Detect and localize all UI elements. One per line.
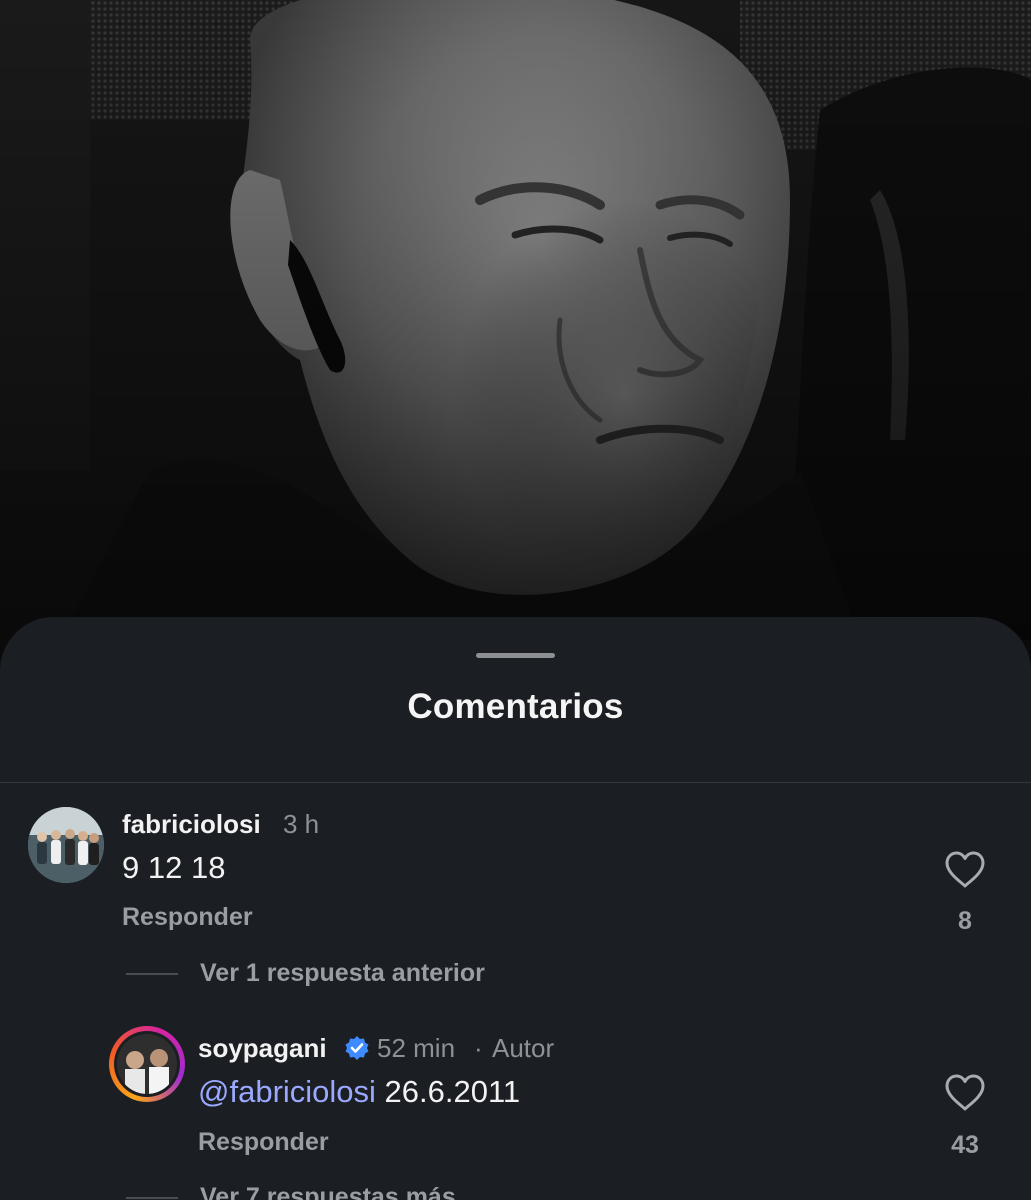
sheet-title: Comentarios (407, 687, 624, 726)
meta-separator: · (474, 1033, 483, 1063)
like-button[interactable] (944, 850, 986, 890)
reply-text-body: 26.6.2011 (384, 1074, 521, 1109)
like-count: 43 (951, 1131, 979, 1159)
avatar[interactable] (109, 1026, 185, 1102)
reel-viewer: Comentarios fabriciolosi 3 h 9 12 18 Res (0, 0, 1031, 1200)
mention-link[interactable]: @fabriciolosi (198, 1074, 376, 1109)
comments-sheet: Comentarios fabriciolosi 3 h 9 12 18 Res (0, 617, 1031, 1200)
video-frame[interactable] (0, 0, 1031, 640)
reply-button[interactable]: Responder (198, 1128, 329, 1157)
reply-time: 52 min (377, 1033, 456, 1063)
avatar[interactable] (28, 807, 104, 883)
comment-text: 9 12 18 (122, 850, 226, 885)
comment-time: 3 h (283, 809, 320, 839)
group-photo-icon (28, 807, 104, 883)
thread-line (126, 1197, 178, 1199)
reply-button[interactable]: Responder (122, 903, 253, 932)
sheet-drag-handle[interactable] (476, 653, 555, 658)
heart-outline-icon (945, 1074, 985, 1111)
like-button[interactable] (944, 1073, 986, 1113)
video-still-image (0, 0, 1031, 640)
view-previous-replies-button[interactable]: Ver 1 respuesta anterior (200, 959, 485, 988)
view-more-replies-button[interactable]: Ver 7 respuestas más (200, 1183, 456, 1200)
author-badge: Autor (492, 1033, 555, 1063)
heart-outline-icon (945, 851, 985, 888)
reply-text: @fabriciolosi 26.6.2011 (198, 1074, 520, 1110)
profile-photo-icon (117, 1034, 177, 1094)
reply-username[interactable]: soypagani (198, 1033, 327, 1064)
avatar-image (114, 1031, 180, 1097)
comment-username[interactable]: fabriciolosi (122, 809, 261, 840)
thread-line (126, 973, 178, 975)
verified-badge-icon (344, 1035, 370, 1061)
like-count: 8 (958, 907, 972, 935)
header-divider (0, 782, 1031, 783)
